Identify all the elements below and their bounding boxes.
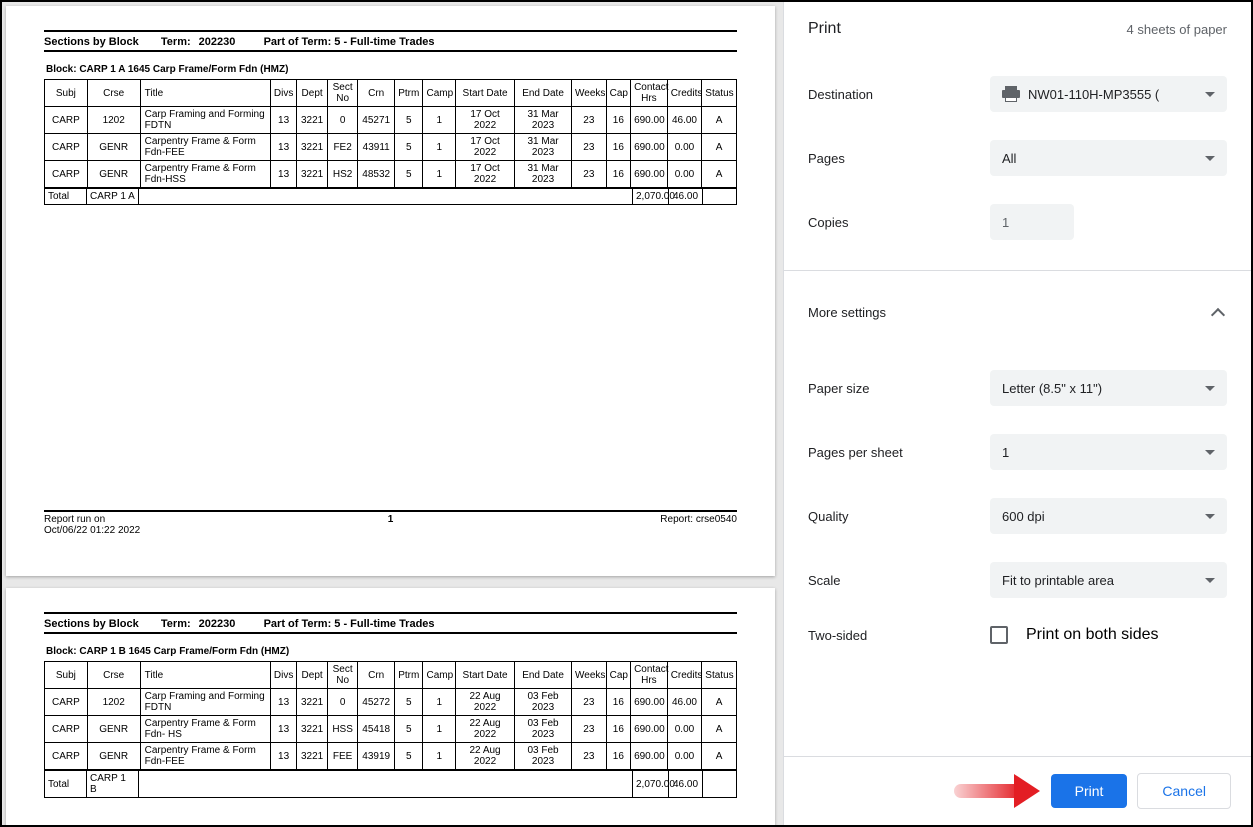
print-settings-panel: Print 4 sheets of paper Destination NW01… xyxy=(783,2,1251,825)
block-label: Block: CARP 1 A 1645 Carp Frame/Form Fdn… xyxy=(44,64,737,75)
table-row: CARPGENRCarpentry Frame & Form Fdn- HS13… xyxy=(45,716,737,743)
table-row: CARPGENRCarpentry Frame & Form Fdn-HSS13… xyxy=(45,161,737,188)
dropdown-arrow-icon xyxy=(1205,450,1215,455)
quality-label: Quality xyxy=(808,509,990,524)
print-button[interactable]: Print xyxy=(1051,774,1128,808)
table-row: CARP1202Carp Framing and Forming FDTN133… xyxy=(45,107,737,134)
annotation-arrow-icon xyxy=(954,775,1044,805)
chevron-up-icon xyxy=(1211,307,1225,321)
term-label: Term: xyxy=(161,36,191,48)
paper-size-label: Paper size xyxy=(808,381,990,396)
two-sided-checkbox[interactable] xyxy=(990,626,1008,644)
preview-page-2: Sections by Block Term: 202230 Part of T… xyxy=(6,588,775,825)
paper-size-select[interactable]: Letter (8.5" x 11") xyxy=(990,370,1227,406)
table-row: CARPGENRCarpentry Frame & Form Fdn-FEE13… xyxy=(45,743,737,770)
sections-by-block: Sections by Block xyxy=(44,36,139,48)
destination-select[interactable]: NW01-110H-MP3555 ( xyxy=(990,76,1227,112)
two-sided-option-label: Print on both sides xyxy=(1026,626,1159,644)
dropdown-arrow-icon xyxy=(1205,386,1215,391)
dropdown-arrow-icon xyxy=(1205,514,1215,519)
dropdown-arrow-icon xyxy=(1205,92,1215,97)
destination-label: Destination xyxy=(808,87,990,102)
page-footer: Report run onOct/06/22 01:22 2022 1 Repo… xyxy=(44,510,737,536)
part-of-term: Part of Term: 5 - Full-time Trades xyxy=(264,36,435,48)
pages-label: Pages xyxy=(808,151,990,166)
copies-label: Copies xyxy=(808,215,990,230)
two-sided-label: Two-sided xyxy=(808,628,990,643)
dropdown-arrow-icon xyxy=(1205,578,1215,583)
quality-select[interactable]: 600 dpi xyxy=(990,498,1227,534)
scale-select[interactable]: Fit to printable area xyxy=(990,562,1227,598)
term-value: 202230 xyxy=(199,36,236,48)
dropdown-arrow-icon xyxy=(1205,156,1215,161)
printer-icon xyxy=(1002,86,1020,102)
print-title: Print xyxy=(808,20,841,38)
pages-per-sheet-label: Pages per sheet xyxy=(808,445,990,460)
copies-input[interactable] xyxy=(990,204,1074,240)
more-settings-toggle[interactable]: More settings xyxy=(784,287,1251,338)
cancel-button[interactable]: Cancel xyxy=(1137,773,1231,809)
table-row: CARPGENRCarpentry Frame & Form Fdn-FEE13… xyxy=(45,134,737,161)
pages-select[interactable]: All xyxy=(990,140,1227,176)
table-row: CARP1202Carp Framing and Forming FDTN133… xyxy=(45,689,737,716)
pages-per-sheet-select[interactable]: 1 xyxy=(990,434,1227,470)
sheet-count: 4 sheets of paper xyxy=(1127,22,1227,37)
report-table-2: SubjCrseTitleDivsDeptSect NoCrnPtrmCampS… xyxy=(44,661,737,770)
preview-page-1: Sections by Block Term: 202230 Part of T… xyxy=(6,6,775,576)
report-table-1: SubjCrseTitleDivsDeptSect NoCrnPtrmCampS… xyxy=(44,79,737,188)
scale-label: Scale xyxy=(808,573,990,588)
dialog-footer: Print Cancel xyxy=(784,756,1251,825)
print-preview-pane[interactable]: Sections by Block Term: 202230 Part of T… xyxy=(2,2,783,825)
